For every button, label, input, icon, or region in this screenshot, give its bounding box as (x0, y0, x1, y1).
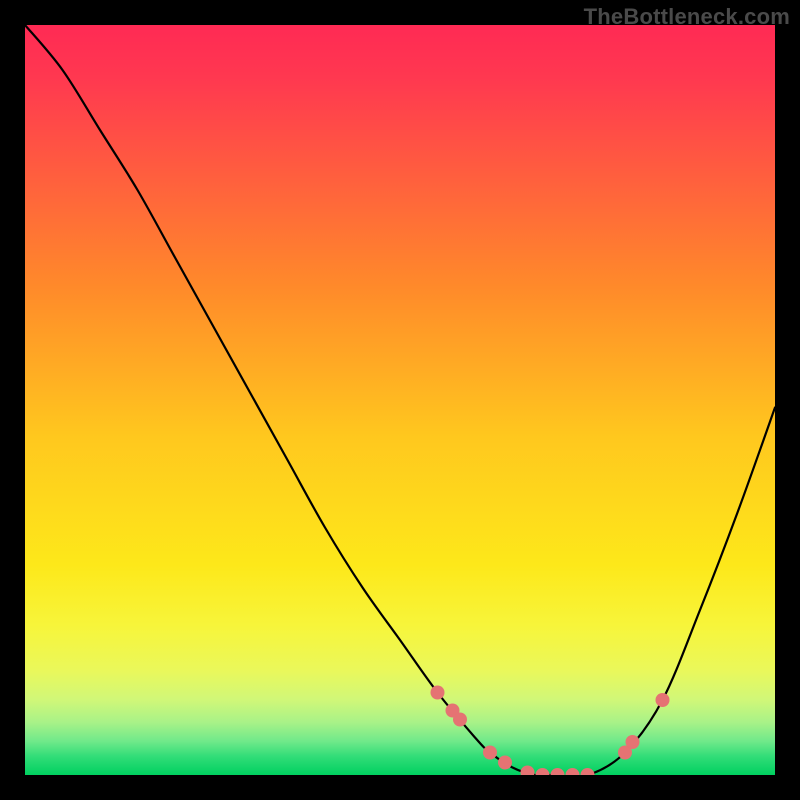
highlight-dot (656, 693, 670, 707)
gradient-bg (25, 25, 775, 775)
watermark-text: TheBottleneck.com (584, 4, 790, 30)
highlight-dot (483, 746, 497, 760)
highlight-dot (431, 686, 445, 700)
chart-frame: TheBottleneck.com (0, 0, 800, 800)
plot-area (25, 25, 775, 775)
highlight-dot (453, 713, 467, 727)
highlight-dot (626, 735, 640, 749)
highlight-dot (498, 756, 512, 770)
chart-svg (25, 25, 775, 775)
